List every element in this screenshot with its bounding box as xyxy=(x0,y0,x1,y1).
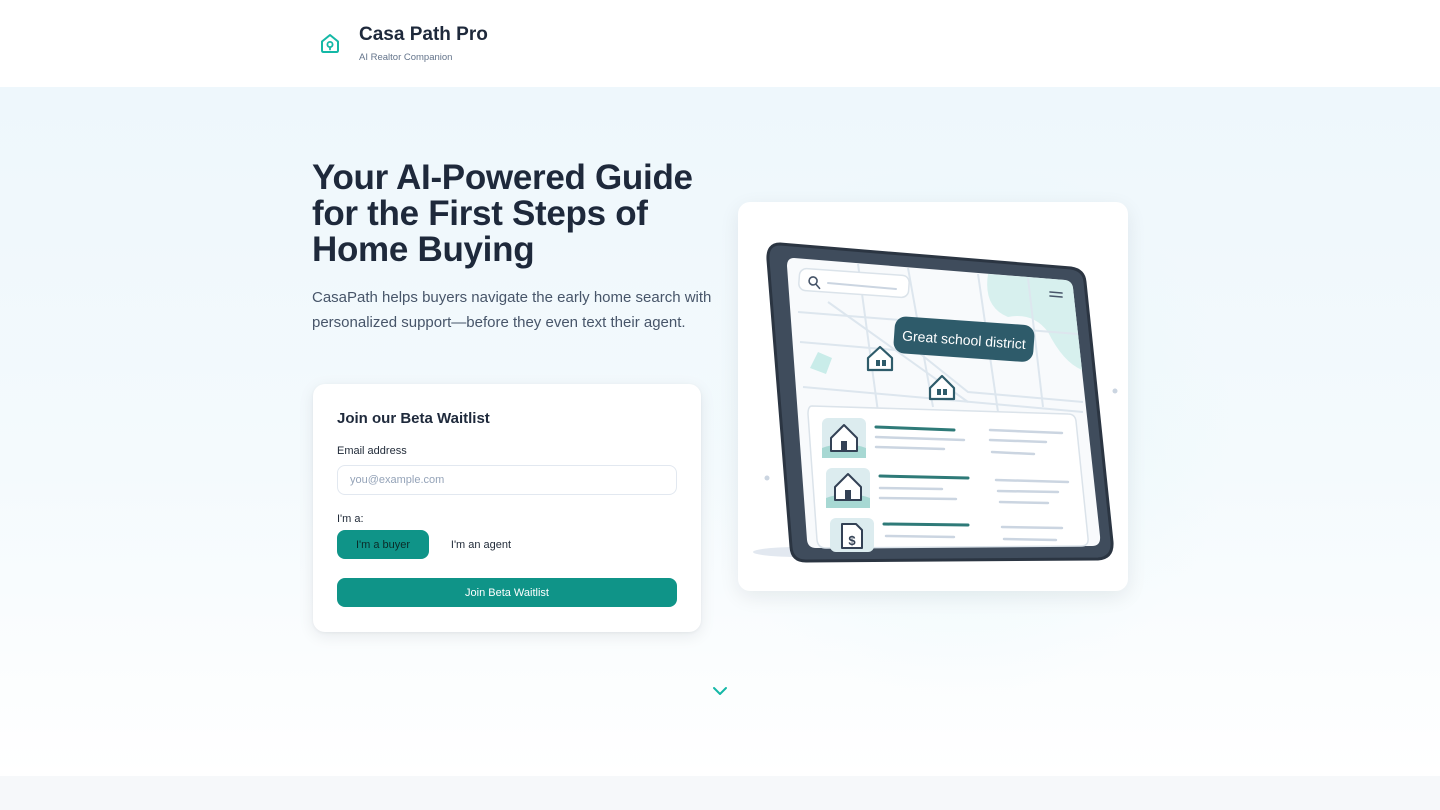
sparkle-dot xyxy=(1112,388,1118,394)
dollar-document-icon: $ xyxy=(841,523,863,549)
brand-name: Casa Path Pro xyxy=(359,24,488,45)
house-pin-icon xyxy=(321,34,339,53)
role-agent-button[interactable]: I'm an agent xyxy=(437,530,525,559)
role-buyer-button[interactable]: I'm a buyer xyxy=(337,530,429,559)
listing-text-line xyxy=(1002,537,1058,542)
waitlist-title: Join our Beta Waitlist xyxy=(337,410,490,427)
brand[interactable]: Casa Path Pro AI Realtor Companion xyxy=(318,24,488,63)
listing-text-line xyxy=(878,486,944,491)
illustration-card: Great school district $ xyxy=(738,202,1128,591)
next-section-edge xyxy=(0,776,1440,810)
listing-text-line xyxy=(1000,525,1064,530)
listing-text-line xyxy=(998,500,1050,505)
waitlist-card: Join our Beta Waitlist Email address I'm… xyxy=(313,384,701,632)
site-header: Casa Path Pro AI Realtor Companion xyxy=(0,0,1440,87)
listing-text-line xyxy=(878,496,958,501)
listing-title-line xyxy=(878,474,970,480)
email-label: Email address xyxy=(337,445,407,457)
tablet-illustration: Great school district $ xyxy=(753,242,1118,563)
hero-title: Your AI-Powered Guide for the First Step… xyxy=(312,158,693,269)
listing-text-line xyxy=(996,489,1060,494)
chevron-down-icon[interactable] xyxy=(711,684,729,698)
hero-subtitle: CasaPath helps buyers navigate the early… xyxy=(312,289,712,331)
brand-tagline: AI Realtor Companion xyxy=(359,52,453,63)
listing-title-line xyxy=(882,522,970,527)
email-input[interactable] xyxy=(337,465,677,495)
join-waitlist-button[interactable]: Join Beta Waitlist xyxy=(337,578,677,607)
sparkle-dot xyxy=(764,475,770,481)
listing-text-line xyxy=(884,534,956,539)
svg-text:$: $ xyxy=(848,533,856,548)
role-label: I'm a: xyxy=(337,513,364,525)
